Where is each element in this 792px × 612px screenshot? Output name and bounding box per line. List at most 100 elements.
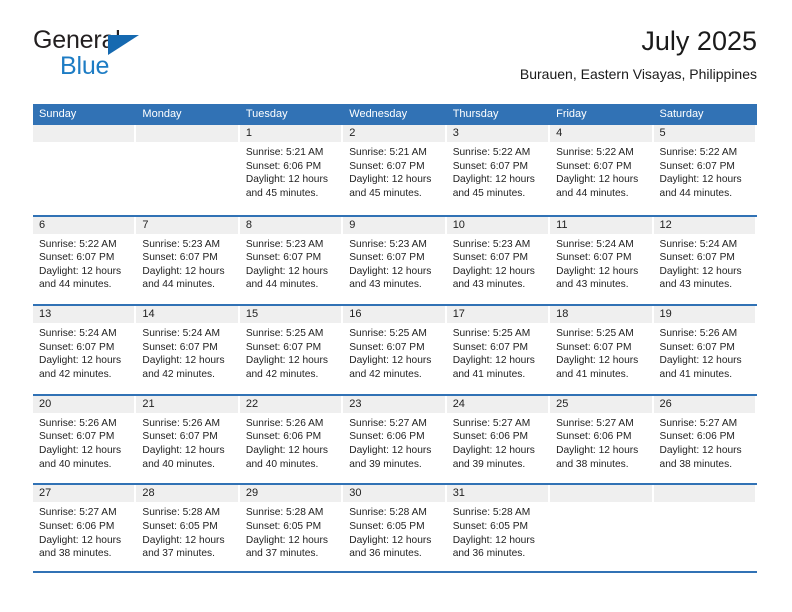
day-number: 9 [349,218,356,231]
calendar-day-cell[interactable]: 15 Sunrise: 5:25 AM Sunset: 6:07 PM Dayligh… [239,306,344,394]
calendar-day-cell[interactable]: 6 Sunrise: 5:22 AM Sunset: 6:07 PM Daylight… [33,216,137,305]
daylight-text-line2: and 39 minutes. [452,458,526,470]
daylight-text-line1: Daylight: 12 hours [142,534,225,546]
day-number: 29 [245,487,259,500]
day-sun-info: Sunrise: 5:22 AM Sunset: 6:07 PM Daylight:… [39,238,130,292]
sunset-text: Sunset: 6:07 PM [349,341,425,353]
weekday-header-friday: Friday [556,108,587,120]
calendar-week-row: 13 Sunrise: 5:24 AM Sunset: 6:07 PM Dayligh… [33,304,757,394]
daylight-text-line2: and 44 minutes. [659,187,733,199]
calendar-day-cell[interactable]: 11 Sunrise: 5:24 AM Sunset: 6:07 PM Dayligh… [550,216,654,305]
calendar-day-cell[interactable]: 4 Sunrise: 5:22 AM Sunset: 6:07 PM Daylight… [550,125,654,215]
day-number: 22 [245,397,259,410]
sunrise-text: Sunrise: 5:26 AM [142,417,221,429]
calendar-day-cell[interactable]: 19 Sunrise: 5:26 AM Sunset: 6:07 PM Dayligh… [653,306,757,394]
weekday-header-wednesday: Wednesday [349,108,408,120]
day-number: 7 [142,218,149,231]
sunrise-text: Sunrise: 5:28 AM [349,507,427,519]
sunrise-text: Sunrise: 5:27 AM [556,417,634,429]
daylight-text-line2: and 38 minutes. [556,458,629,470]
title-block: July 2025 Burauen, Eastern Visayas, Phil… [520,26,757,83]
sunrise-text: Sunrise: 5:21 AM [245,147,324,158]
day-number: 24 [452,397,465,410]
day-sun-info: Sunrise: 5:27 AM Sunset: 6:06 PM Daylight:… [453,417,544,471]
daylight-text-line2: and 41 minutes. [556,368,629,380]
sunrise-text: Sunrise: 5:22 AM [452,147,531,158]
sunrise-text: Sunrise: 5:21 AM [349,147,427,158]
sunrise-text: Sunrise: 5:26 AM [39,417,117,429]
day-sun-info: Sunrise: 5:28 AM Sunset: 6:05 PM Daylight:… [142,506,233,560]
general-blue-logo[interactable]: General Blue [33,28,213,86]
calendar-day-cell[interactable]: 24 Sunrise: 5:27 AM Sunset: 6:06 PM Dayligh… [446,395,551,484]
daylight-text-line1: Daylight: 12 hours [556,265,639,277]
daylight-text-line2: and 38 minutes. [659,458,733,470]
calendar-day-cell[interactable]: 8 Sunrise: 5:23 AM Sunset: 6:07 PM Daylight… [239,216,344,305]
daylight-text-line2: and 43 minutes. [349,279,422,291]
day-number: 3 [452,127,459,139]
calendar-day-cell[interactable]: 10 Sunrise: 5:23 AM Sunset: 6:07 PM Dayligh… [446,216,551,305]
page-title: July 2025 [641,26,757,56]
day-sun-info: Sunrise: 5:25 AM Sunset: 6:07 PM Daylight:… [556,327,647,381]
day-sun-info: Sunrise: 5:26 AM Sunset: 6:07 PM Daylight:… [660,327,751,381]
sunrise-text: Sunrise: 5:26 AM [245,417,324,429]
day-sun-info: Sunrise: 5:27 AM Sunset: 6:06 PM Daylight:… [349,417,440,471]
sunset-text: Sunset: 6:06 PM [556,431,632,443]
calendar-day-cell[interactable]: 9 Sunrise: 5:23 AM Sunset: 6:07 PM Daylight… [343,216,447,305]
calendar-day-cell[interactable]: 31 Sunrise: 5:28 AM Sunset: 6:05 PM Dayligh… [446,485,551,571]
sunset-text: Sunset: 6:07 PM [659,341,735,353]
day-number: 27 [39,487,52,500]
daylight-text-line1: Daylight: 12 hours [142,265,225,277]
daylight-text-line1: Daylight: 12 hours [142,355,225,367]
daylight-text-line1: Daylight: 12 hours [39,444,122,456]
calendar-day-cell[interactable]: 7 Sunrise: 5:23 AM Sunset: 6:07 PM Daylight… [136,216,240,305]
calendar-day-cell[interactable]: 25 Sunrise: 5:27 AM Sunset: 6:06 PM Dayligh… [550,395,654,484]
sunrise-text: Sunrise: 5:24 AM [556,238,634,250]
sunset-text: Sunset: 6:07 PM [556,341,632,353]
calendar-day-cell[interactable]: 21 Sunrise: 5:26 AM Sunset: 6:07 PM Dayligh… [136,395,240,484]
day-number-band [550,125,652,142]
calendar-day-cell[interactable]: 22 Sunrise: 5:26 AM Sunset: 6:06 PM Dayligh… [239,395,344,484]
day-number: 17 [452,308,465,321]
day-sun-info: Sunrise: 5:28 AM Sunset: 6:05 PM Daylight:… [349,506,440,560]
daylight-text-line2: and 43 minutes. [659,279,733,291]
sunset-text: Sunset: 6:07 PM [556,252,632,264]
calendar-day-cell[interactable]: 12 Sunrise: 5:24 AM Sunset: 6:07 PM Dayligh… [653,216,757,305]
sunrise-text: Sunrise: 5:25 AM [452,328,531,340]
weekday-header-tuesday: Tuesday [245,108,288,120]
calendar-day-cell[interactable]: 26 Sunrise: 5:27 AM Sunset: 6:06 PM Dayligh… [653,395,757,484]
calendar-day-cell[interactable]: 17 Sunrise: 5:25 AM Sunset: 6:07 PM Dayligh… [446,306,551,394]
sunrise-text: Sunrise: 5:27 AM [39,507,117,519]
daylight-text-line1: Daylight: 12 hours [39,355,122,367]
calendar-day-cell[interactable]: 18 Sunrise: 5:25 AM Sunset: 6:07 PM Dayligh… [550,306,654,394]
calendar-day-cell[interactable]: 30 Sunrise: 5:28 AM Sunset: 6:05 PM Dayligh… [343,485,447,571]
calendar-day-cell[interactable]: 20 Sunrise: 5:26 AM Sunset: 6:07 PM Dayligh… [33,395,137,484]
day-sun-info: Sunrise: 5:22 AM Sunset: 6:07 PM Daylight:… [556,146,647,200]
calendar-day-cell[interactable]: 28 Sunrise: 5:28 AM Sunset: 6:05 PM Dayligh… [136,485,240,571]
calendar-day-cell[interactable]: 23 Sunrise: 5:27 AM Sunset: 6:06 PM Dayligh… [343,395,447,484]
sunset-text: Sunset: 6:07 PM [556,160,632,172]
sunrise-text: Sunrise: 5:24 AM [142,328,221,340]
calendar-week-row: 20 Sunrise: 5:26 AM Sunset: 6:07 PM Dayligh… [33,393,757,484]
calendar-day-cell[interactable]: 5 Sunrise: 5:22 AM Sunset: 6:07 PM Daylight… [653,125,757,215]
day-number-band [343,125,445,142]
calendar-day-cell[interactable]: 29 Sunrise: 5:28 AM Sunset: 6:05 PM Dayligh… [239,485,344,571]
day-number: 31 [452,487,465,500]
calendar-day-cell[interactable]: 16 Sunrise: 5:25 AM Sunset: 6:07 PM Dayligh… [343,306,447,394]
sunset-text: Sunset: 6:05 PM [452,520,529,532]
day-number: 10 [452,218,465,231]
day-sun-info: Sunrise: 5:26 AM Sunset: 6:06 PM Daylight:… [246,417,337,471]
day-number: 14 [142,308,155,321]
sunrise-text: Sunrise: 5:25 AM [556,328,634,340]
calendar-day-cell[interactable]: 2 Sunrise: 5:21 AM Sunset: 6:07 PM Daylight… [343,125,447,215]
calendar-day-cell[interactable]: 14 Sunrise: 5:24 AM Sunset: 6:07 PM Dayligh… [136,306,240,394]
day-sun-info: Sunrise: 5:22 AM Sunset: 6:07 PM Daylight:… [453,146,544,200]
calendar-week-row: 1 Sunrise: 5:21 AM Sunset: 6:06 PM Daylight… [33,125,757,215]
calendar-day-cell[interactable]: 27 Sunrise: 5:27 AM Sunset: 6:06 PM Dayligh… [33,485,137,571]
calendar-page: General Blue July 2025 Burauen, Eastern … [0,0,792,612]
calendar-day-cell[interactable]: 13 Sunrise: 5:24 AM Sunset: 6:07 PM Dayligh… [33,306,137,394]
weekday-header-row: Sunday Monday Tuesday Wednesday Thursday… [33,104,757,125]
sunrise-text: Sunrise: 5:28 AM [142,507,221,519]
daylight-text-line1: Daylight: 12 hours [349,444,432,456]
calendar-day-cell[interactable]: 3 Sunrise: 5:22 AM Sunset: 6:07 PM Daylight… [446,125,551,215]
calendar-day-cell[interactable]: 1 Sunrise: 5:21 AM Sunset: 6:06 PM Daylight… [239,125,344,215]
